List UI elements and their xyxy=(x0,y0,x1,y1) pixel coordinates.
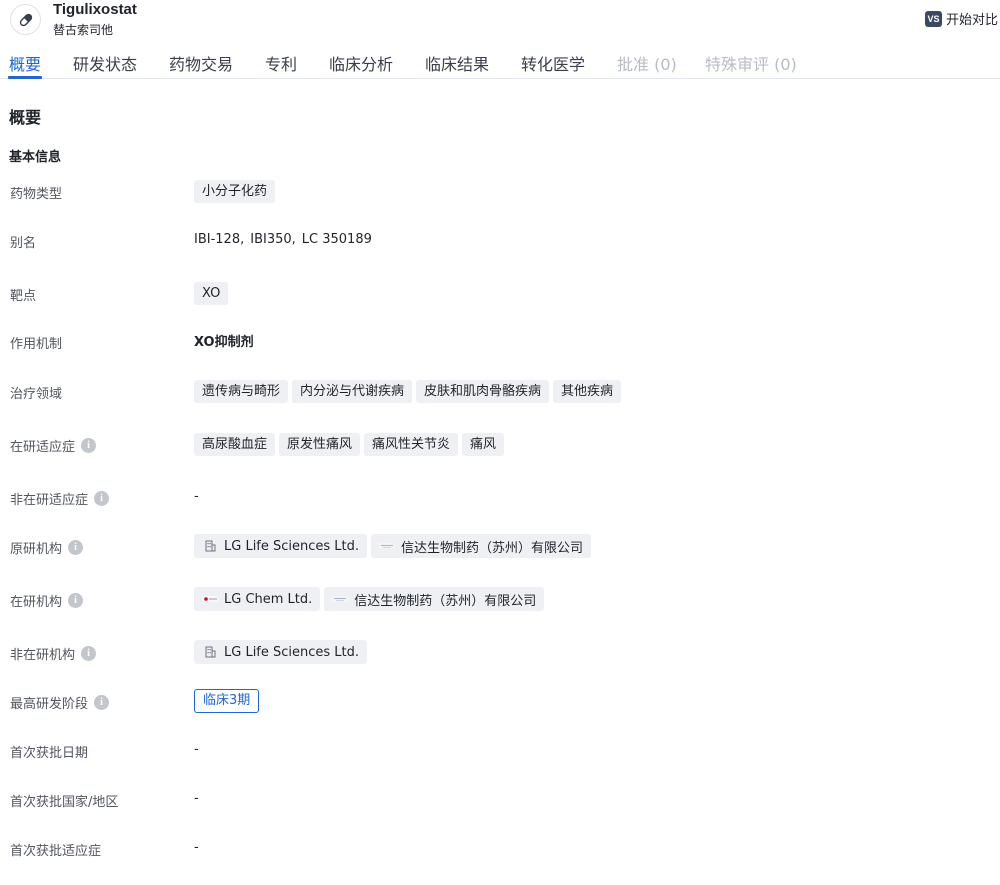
lg-logo-icon xyxy=(202,593,218,605)
target-value: XO xyxy=(194,282,229,305)
org-name: 信达生物制药（苏州）有限公司 xyxy=(354,593,537,609)
drug-name: Tigulixostat xyxy=(53,1,137,18)
info-icon[interactable]: i xyxy=(81,646,97,661)
vs-icon: VS xyxy=(924,10,942,27)
inactive-org-value: LG Life Sciences Ltd. xyxy=(194,640,368,664)
therapeutic-area-tag: 其他疾病 xyxy=(553,380,622,403)
active-indication-label: 在研适应症 i xyxy=(10,436,97,455)
org-chip[interactable]: 信达生物制药（苏州）有限公司 xyxy=(324,587,545,611)
org-name: 信达生物制药（苏州）有限公司 xyxy=(401,540,584,556)
alias-item: IBI-128, xyxy=(194,232,245,247)
active-org-value: LG Chem Ltd. 信达生物制药（苏州）有限公司 xyxy=(194,587,545,611)
indication-tag[interactable]: 原发性痛风 xyxy=(279,433,361,456)
org-chip[interactable]: LG Life Sciences Ltd. xyxy=(194,534,368,558)
alias-label: 别名 xyxy=(10,236,37,251)
org-chip[interactable]: 信达生物制药（苏州）有限公司 xyxy=(371,534,592,558)
empty-value: - xyxy=(194,742,199,757)
first-approval-country-value: - xyxy=(194,791,199,806)
org-name: LG Chem Ltd. xyxy=(224,591,313,607)
drug-header: Tigulixostat 替古索司他 VS 开始对比 xyxy=(0,0,1000,40)
inactive-org-label: 非在研机构 i xyxy=(10,644,97,663)
building-icon xyxy=(202,646,218,658)
section-title: 概要 xyxy=(9,108,42,127)
empty-value: - xyxy=(194,791,199,806)
mechanism-label: 作用机制 xyxy=(10,337,63,352)
first-approval-country-label: 首次获批国家/地区 xyxy=(10,795,119,810)
originator-label: 原研机构 i xyxy=(10,538,84,557)
indication-tag[interactable]: 痛风 xyxy=(462,433,505,456)
company-logo-icon xyxy=(332,593,349,605)
active-indication-value: 高尿酸血症 原发性痛风 痛风性关节炎 痛风 xyxy=(194,433,505,456)
therapeutic-area-tag: 内分泌与代谢疾病 xyxy=(292,380,413,403)
pill-icon xyxy=(10,4,41,35)
first-approval-date-value: - xyxy=(194,742,199,757)
therapeutic-area-tag: 皮肤和肌肉骨骼疾病 xyxy=(416,380,550,403)
phase-badge: 临床3期 xyxy=(194,689,260,713)
drug-chinese-name: 替古索司他 xyxy=(53,23,114,37)
company-logo-icon xyxy=(379,540,396,552)
active-tab-indicator xyxy=(8,76,42,79)
tab-deals[interactable]: 药物交易 xyxy=(169,51,233,75)
therapeutic-area-label: 治疗领域 xyxy=(10,387,63,402)
info-icon[interactable]: i xyxy=(94,491,110,506)
mechanism-value: XO抑制剂 xyxy=(194,331,254,350)
info-icon[interactable]: i xyxy=(68,593,84,608)
tab-patents[interactable]: 专利 xyxy=(265,51,297,75)
target-tag[interactable]: XO xyxy=(194,282,229,305)
info-icon[interactable]: i xyxy=(68,540,84,555)
tab-overview[interactable]: 概要 xyxy=(9,51,41,75)
org-name: LG Life Sciences Ltd. xyxy=(224,538,360,554)
mechanism-text[interactable]: XO抑制剂 xyxy=(194,331,254,350)
first-approval-indication-value: - xyxy=(194,840,199,855)
inactive-indication-label: 非在研适应症 i xyxy=(10,489,110,508)
empty-value: - xyxy=(194,489,199,504)
info-icon[interactable]: i xyxy=(81,438,97,453)
active-org-label: 在研机构 i xyxy=(10,591,84,610)
org-name: LG Life Sciences Ltd. xyxy=(224,644,360,660)
tab-rd-status[interactable]: 研发状态 xyxy=(73,51,137,75)
indication-tag[interactable]: 痛风性关节炎 xyxy=(364,433,459,456)
org-chip[interactable]: LG Life Sciences Ltd. xyxy=(194,640,368,664)
tab-approval[interactable]: 批准 (0) xyxy=(617,51,677,75)
tab-special-review[interactable]: 特殊审评 (0) xyxy=(705,51,797,75)
inactive-indication-value: - xyxy=(194,489,199,504)
drug-type-label: 药物类型 xyxy=(10,187,63,202)
compare-button[interactable]: VS 开始对比 xyxy=(924,9,998,28)
indication-tag[interactable]: 高尿酸血症 xyxy=(194,433,276,456)
therapeutic-area-tag: 遗传病与畸形 xyxy=(194,380,289,403)
info-icon[interactable]: i xyxy=(94,695,110,710)
originator-value: LG Life Sciences Ltd. 信达生物制药（苏州）有限公司 xyxy=(194,534,592,558)
tab-translational[interactable]: 转化医学 xyxy=(521,51,585,75)
therapeutic-area-value: 遗传病与畸形 内分泌与代谢疾病 皮肤和肌肉骨骼疾病 其他疾病 xyxy=(194,380,622,403)
highest-phase-value: 临床3期 xyxy=(194,689,260,713)
drug-type-value: 小分子化药 xyxy=(194,180,276,203)
building-icon xyxy=(202,540,218,552)
basic-info-title: 基本信息 xyxy=(9,150,62,165)
first-approval-indication-label: 首次获批适应症 xyxy=(10,844,102,859)
tab-clinical-analysis[interactable]: 临床分析 xyxy=(329,51,393,75)
drug-type-tag: 小分子化药 xyxy=(194,180,276,203)
empty-value: - xyxy=(194,840,199,855)
alias-item: LC 350189 xyxy=(301,232,372,247)
compare-label: 开始对比 xyxy=(945,13,998,28)
tab-clinical-results[interactable]: 临床结果 xyxy=(425,51,489,75)
alias-item: IBI350, xyxy=(250,232,296,247)
highest-phase-label: 最高研发阶段 i xyxy=(10,693,110,712)
first-approval-date-label: 首次获批日期 xyxy=(10,746,89,761)
org-chip[interactable]: LG Chem Ltd. xyxy=(194,587,321,611)
tab-bar: 概要 研发状态 药物交易 专利 临床分析 临床结果 转化医学 批准 (0) 特殊… xyxy=(0,48,1000,79)
target-label: 靶点 xyxy=(10,289,37,304)
alias-value: IBI-128, IBI350, LC 350189 xyxy=(194,232,372,247)
